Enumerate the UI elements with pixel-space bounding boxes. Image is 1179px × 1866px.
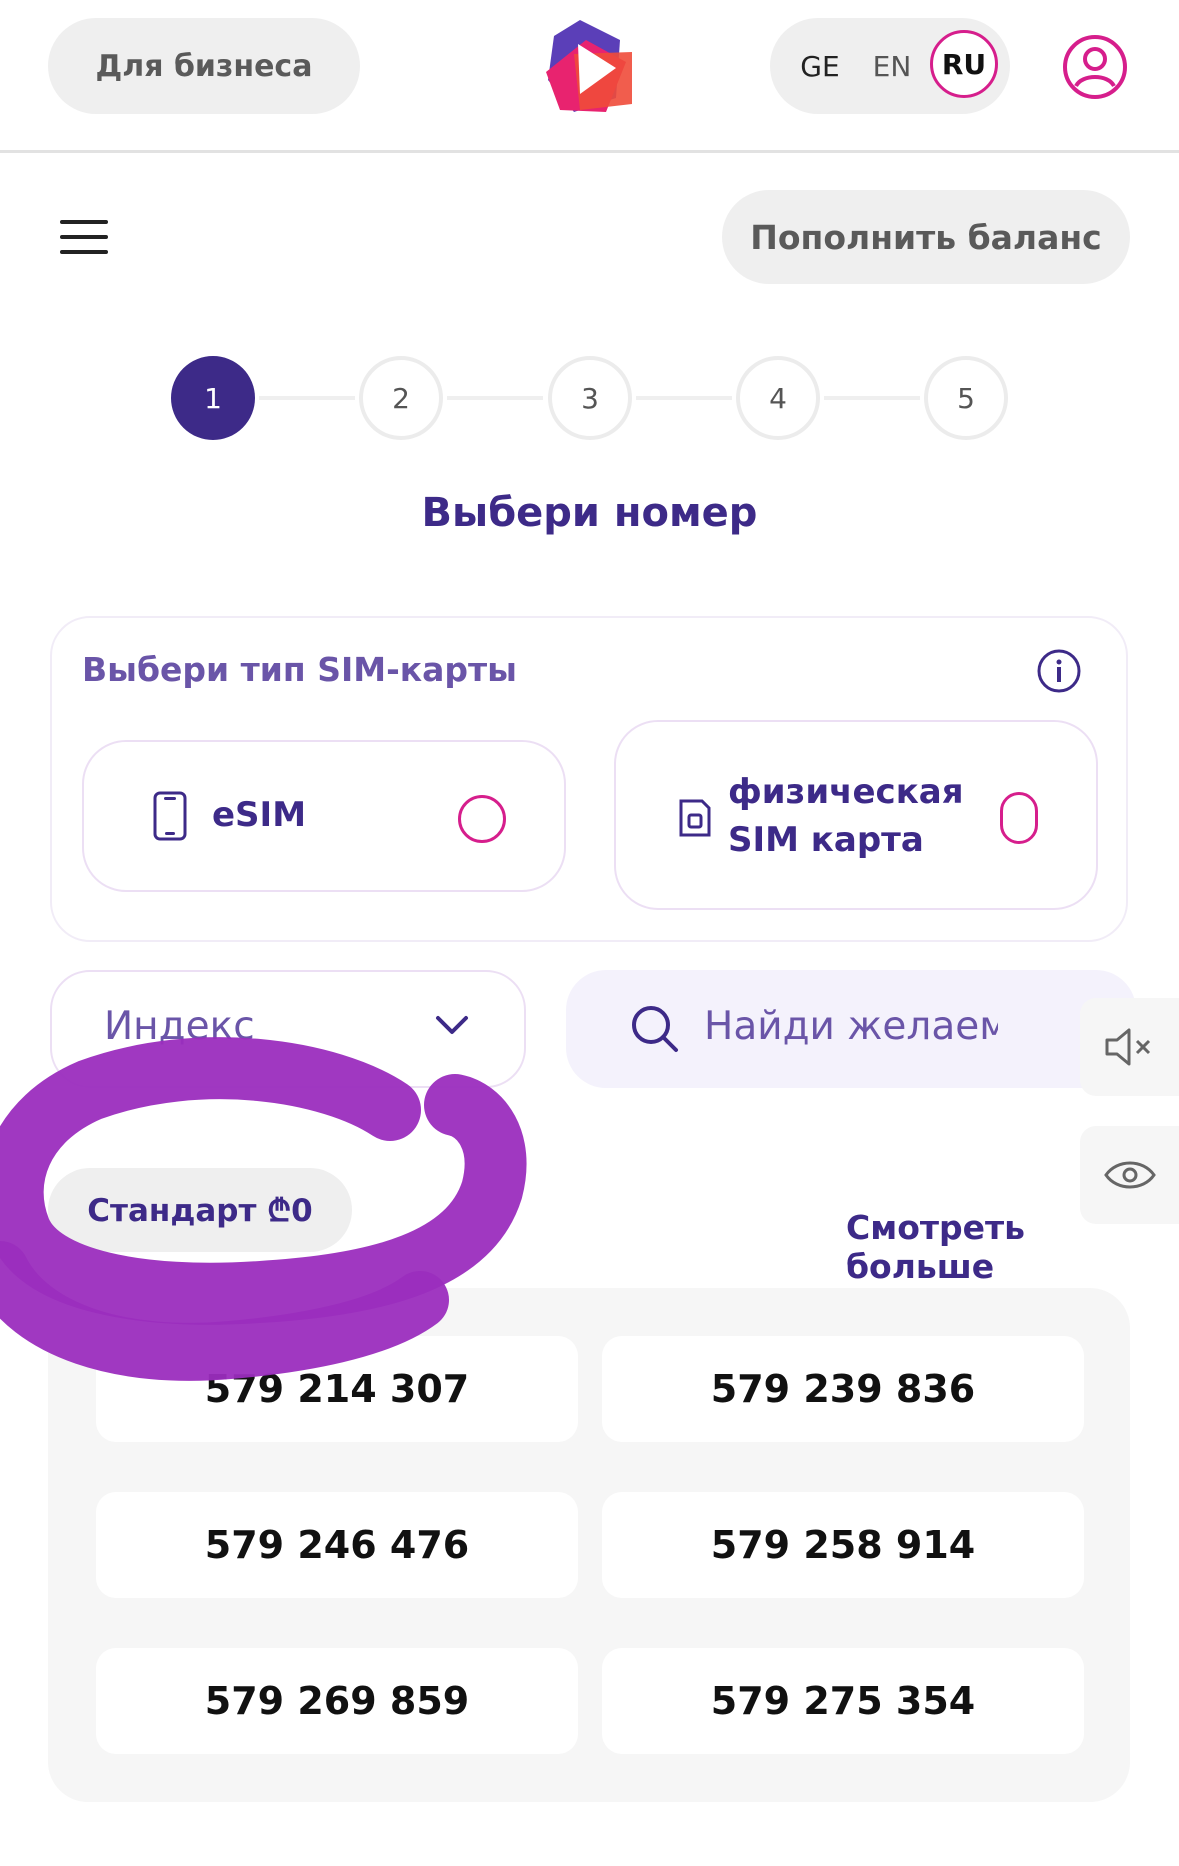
hamburger-menu-icon[interactable] [60,220,108,256]
phone-number-option[interactable]: 579 258 914 [602,1492,1084,1598]
phone-number-option[interactable]: 579 214 307 [96,1336,578,1442]
sim-type-label: Выбери тип SIM-карты [82,650,518,689]
page-title: Выбери номер [421,490,758,536]
step-connector [259,396,355,400]
step-1: 1 [171,356,255,440]
info-icon[interactable] [1036,648,1082,694]
lang-ru[interactable]: RU [930,30,998,98]
category-tab-standard[interactable]: Стандарт ₾0 [48,1168,352,1252]
sim-card-icon [679,799,711,837]
step-connector [824,396,920,400]
phone-number-option[interactable]: 579 239 836 [602,1336,1084,1442]
sound-toggle-button[interactable] [1080,998,1179,1096]
user-icon[interactable] [1062,34,1128,100]
eye-icon [1103,1161,1156,1189]
esim-label: eSIM [212,795,307,835]
brand-logo[interactable] [540,14,640,118]
phone-icon [153,791,187,841]
step-3: 3 [548,356,632,440]
physical-sim-radio[interactable] [1000,792,1038,844]
step-5: 5 [924,356,1008,440]
phone-number-option[interactable]: 579 275 354 [602,1648,1084,1754]
lang-ge[interactable]: GE [790,18,850,114]
chevron-down-icon [436,1016,468,1034]
phone-number-option[interactable]: 579 269 859 [96,1648,578,1754]
step-connector [447,396,543,400]
header-divider [0,150,1179,153]
lang-en[interactable]: EN [862,18,922,114]
step-2: 2 [359,356,443,440]
search-icon [632,1006,678,1052]
speaker-muted-icon [1105,1028,1150,1066]
step-connector [636,396,732,400]
search-placeholder: Найди желаемый номер [704,1004,998,1049]
index-select-label: Индекс [104,1004,255,1049]
esim-radio[interactable] [458,795,506,843]
language-switcher: GE EN RU [770,18,1010,114]
see-more-link[interactable]: Смотреть больше [846,1208,1179,1286]
business-button[interactable]: Для бизнеса [48,18,360,114]
step-4: 4 [736,356,820,440]
phone-number-option[interactable]: 579 246 476 [96,1492,578,1598]
physical-sim-label: физическая SIM карта [728,772,964,860]
topup-balance-button[interactable]: Пополнить баланс [722,190,1130,284]
